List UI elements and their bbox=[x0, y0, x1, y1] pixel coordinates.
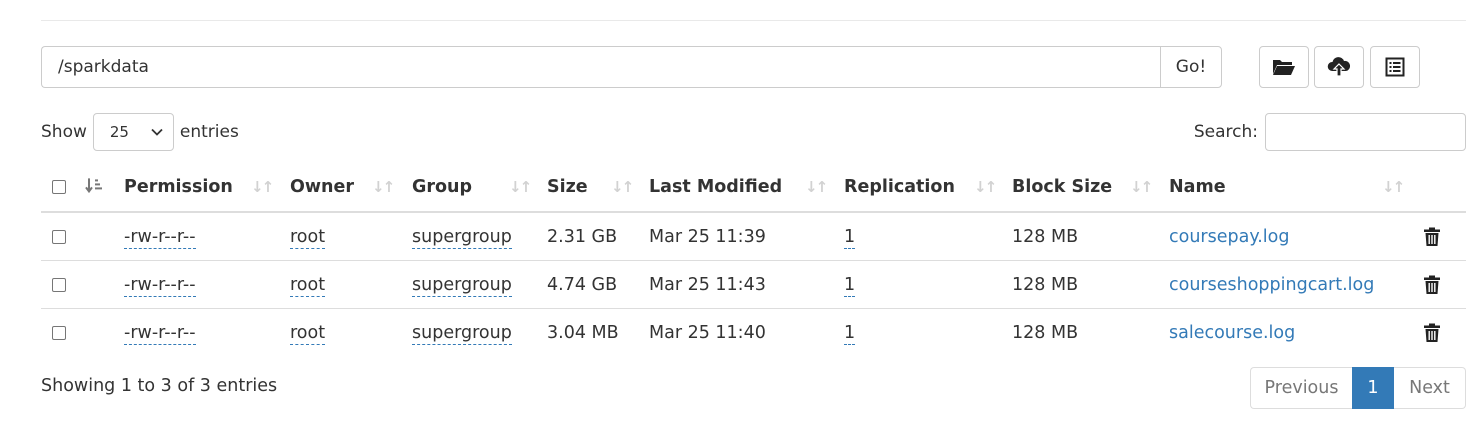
table-info: Showing 1 to 3 of 3 entries bbox=[41, 376, 278, 396]
permission-cell[interactable]: -rw-r--r-- bbox=[124, 322, 196, 345]
column-header-size[interactable]: Size ↓↑ bbox=[547, 163, 649, 213]
owner-cell[interactable]: root bbox=[290, 322, 326, 345]
replication-cell[interactable]: 1 bbox=[844, 274, 856, 297]
trash-icon[interactable] bbox=[1424, 323, 1440, 342]
column-label: Owner bbox=[290, 177, 355, 197]
cut-paste-button[interactable] bbox=[1370, 46, 1420, 88]
folder-open-icon bbox=[1273, 60, 1295, 75]
search-input[interactable] bbox=[1265, 113, 1466, 151]
entries-select-value: 25 bbox=[109, 123, 129, 141]
previous-page-button[interactable]: Previous bbox=[1250, 367, 1352, 409]
sort-ascending-icon bbox=[85, 178, 102, 194]
permission-cell[interactable]: -rw-r--r-- bbox=[124, 226, 196, 249]
file-name-link[interactable]: courseshoppingcart.log bbox=[1169, 275, 1374, 295]
group-cell[interactable]: supergroup bbox=[412, 226, 512, 249]
show-label: Show bbox=[41, 122, 87, 142]
owner-cell[interactable]: root bbox=[290, 274, 326, 297]
file-name-link[interactable]: salecourse.log bbox=[1169, 323, 1295, 343]
column-label: Name bbox=[1169, 177, 1226, 197]
file-table: Permission ↓↑ Owner ↓↑ Group ↓↑ Size ↓↑ … bbox=[41, 163, 1466, 356]
list-alt-icon bbox=[1385, 57, 1405, 77]
column-header-permission[interactable]: Permission ↓↑ bbox=[124, 163, 290, 213]
next-page-button[interactable]: Next bbox=[1394, 367, 1466, 409]
column-header-replication[interactable]: Replication ↓↑ bbox=[844, 163, 1012, 213]
column-label: Replication bbox=[844, 177, 955, 197]
trash-icon[interactable] bbox=[1424, 275, 1440, 294]
entries-select[interactable]: 25 bbox=[92, 113, 174, 151]
trash-icon[interactable] bbox=[1424, 227, 1440, 246]
path-input[interactable] bbox=[41, 46, 1160, 88]
replication-cell[interactable]: 1 bbox=[844, 226, 856, 249]
owner-cell[interactable]: root bbox=[290, 226, 326, 249]
block-size-cell: 128 MB bbox=[1012, 260, 1169, 309]
search-label: Search: bbox=[1193, 122, 1258, 142]
create-directory-button[interactable] bbox=[1259, 46, 1309, 88]
column-label: Permission bbox=[124, 177, 233, 197]
chevron-down-icon bbox=[151, 128, 163, 136]
top-divider bbox=[41, 20, 1466, 21]
block-size-cell: 128 MB bbox=[1012, 212, 1169, 261]
column-label: Group bbox=[412, 177, 473, 197]
column-header-name[interactable]: Name ↓↑ bbox=[1169, 163, 1416, 213]
column-header-block-size[interactable]: Block Size ↓↑ bbox=[1012, 163, 1169, 213]
sort-icon: ↓↑ bbox=[611, 178, 634, 196]
go-button[interactable]: Go! bbox=[1160, 46, 1222, 88]
file-name-link[interactable]: coursepay.log bbox=[1169, 227, 1289, 247]
table-header-row: Permission ↓↑ Owner ↓↑ Group ↓↑ Size ↓↑ … bbox=[41, 163, 1466, 213]
pagination: Previous 1 Next bbox=[1250, 367, 1466, 409]
sort-icon: ↓↑ bbox=[372, 178, 395, 196]
select-all-checkbox[interactable] bbox=[52, 180, 66, 194]
block-size-cell: 128 MB bbox=[1012, 322, 1079, 343]
row-checkbox[interactable] bbox=[52, 325, 66, 340]
sort-icon: ↓↑ bbox=[509, 178, 532, 196]
column-header-group[interactable]: Group ↓↑ bbox=[412, 163, 547, 213]
column-header-owner[interactable]: Owner ↓↑ bbox=[290, 163, 412, 213]
entries-label: entries bbox=[179, 122, 239, 142]
size-cell: 2.31 GB bbox=[547, 212, 649, 261]
column-header-last-modified[interactable]: Last Modified ↓↑ bbox=[649, 163, 844, 213]
cloud-upload-icon bbox=[1327, 57, 1351, 77]
row-checkbox[interactable] bbox=[52, 277, 66, 292]
column-label: Last Modified bbox=[649, 177, 783, 197]
size-cell: 4.74 GB bbox=[547, 260, 649, 309]
select-all-header bbox=[41, 163, 80, 213]
group-cell[interactable]: supergroup bbox=[412, 322, 512, 345]
size-cell: 3.04 MB bbox=[547, 322, 619, 343]
entries-length-control: Show 25 entries bbox=[41, 112, 239, 152]
group-cell[interactable]: supergroup bbox=[412, 274, 512, 297]
table-row: -rw-r--r-- root supergroup 2.31 GB Mar 2… bbox=[41, 212, 1466, 261]
upload-button[interactable] bbox=[1314, 46, 1364, 88]
modified-cell: Mar 25 11:39 bbox=[649, 212, 844, 261]
table-row: -rw-r--r-- root supergroup 3.04 MB Mar 2… bbox=[41, 309, 1466, 357]
actions-header bbox=[1416, 163, 1466, 213]
page-1-button[interactable]: 1 bbox=[1352, 367, 1394, 409]
sort-icon: ↓↑ bbox=[1382, 178, 1405, 196]
modified-cell: Mar 25 11:40 bbox=[649, 322, 766, 343]
column-label: Size bbox=[547, 177, 588, 197]
sort-icon: ↓↑ bbox=[1130, 178, 1153, 196]
default-sort-header[interactable] bbox=[80, 163, 124, 213]
permission-cell[interactable]: -rw-r--r-- bbox=[124, 274, 196, 297]
sort-icon: ↓↑ bbox=[805, 178, 828, 196]
replication-cell[interactable]: 1 bbox=[844, 322, 856, 345]
sort-icon: ↓↑ bbox=[974, 178, 997, 196]
row-checkbox[interactable] bbox=[52, 229, 66, 244]
search-control: Search: bbox=[1194, 112, 1466, 152]
column-label: Block Size bbox=[1012, 177, 1113, 197]
path-bar: Go! bbox=[41, 46, 1222, 88]
table-row: -rw-r--r-- root supergroup 4.74 GB Mar 2… bbox=[41, 260, 1466, 309]
modified-cell: Mar 25 11:43 bbox=[649, 260, 844, 309]
sort-icon: ↓↑ bbox=[251, 178, 274, 196]
